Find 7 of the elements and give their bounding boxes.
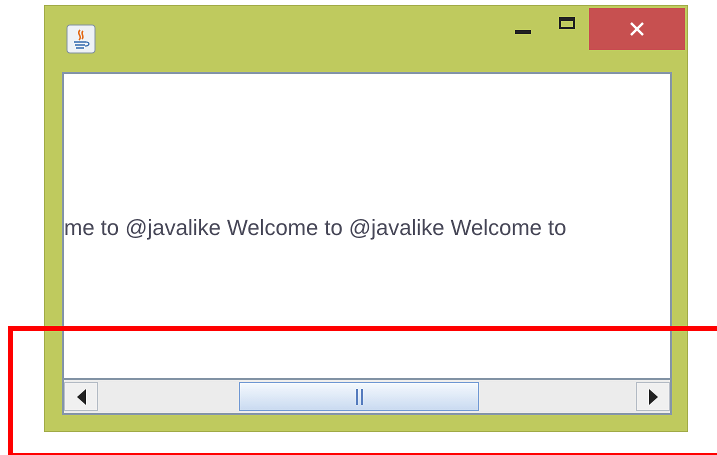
coffee-cup-icon[interactable]: [66, 24, 96, 54]
scrolling-text: me to @javalike Welcome to @javalike Welcome to: [64, 215, 566, 241]
scroll-thumb[interactable]: [239, 382, 479, 411]
close-icon: [629, 21, 645, 37]
scroll-right-button[interactable]: [636, 382, 670, 411]
horizontal-scrollbar[interactable]: [64, 378, 670, 413]
scroll-left-button[interactable]: [64, 382, 98, 411]
